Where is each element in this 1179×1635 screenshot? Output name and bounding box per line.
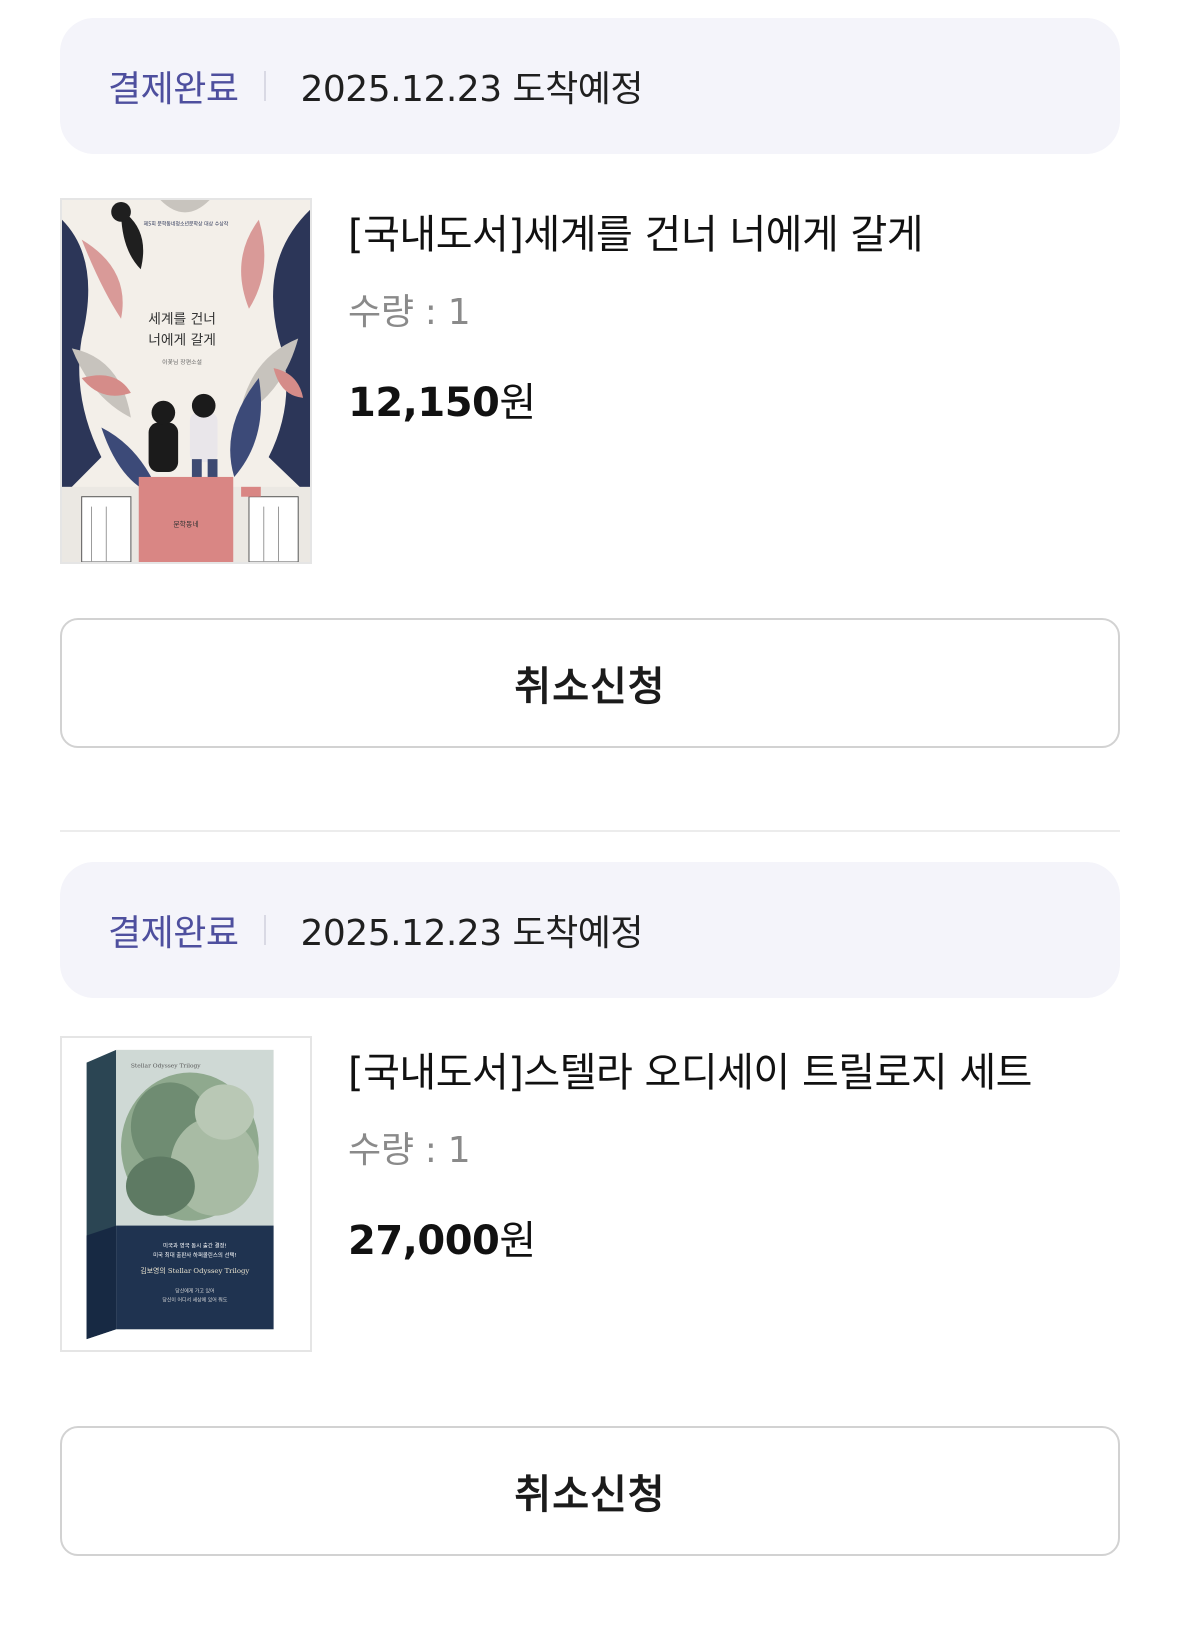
arrival-date-text: 2025.12.23 도착예정	[300, 913, 644, 954]
price-number: 27,000	[348, 1218, 500, 1264]
cover-title-line1: 세계를 건너	[148, 312, 216, 328]
cover-blurb-line1: 미국과 영국 동시 출간 결정!	[163, 1241, 227, 1249]
price-unit: 원	[499, 380, 536, 426]
book-set-illustration: Stellar Odyssey Trilogy 미국과 영국 동시 출간 결정!…	[62, 1038, 310, 1350]
cover-title-line2: 너에게 갈게	[148, 332, 216, 348]
price-number: 12,150	[348, 380, 500, 426]
book-cover-thumbnail[interactable]: Stellar Odyssey Trilogy 미국과 영국 동시 출간 결정!…	[60, 1036, 312, 1352]
cover-badge-text: 제5회 문학동네청소년문학상 대상 수상작	[144, 221, 229, 228]
price-text: 12,150원	[348, 370, 536, 428]
cover-author-text: 이꽃님 장편소설	[162, 358, 202, 366]
book-cover-thumbnail[interactable]: 제5회 문학동네청소년문학상 대상 수상작 세계를 건너 너에게 갈게 이꽃님 …	[60, 198, 312, 564]
cover-english-title: Stellar Odyssey Trilogy	[131, 1064, 201, 1070]
cancel-request-button[interactable]: 취소신청	[60, 1426, 1120, 1556]
product-title[interactable]: [국내도서]세계를 건너 너에게 갈게	[348, 202, 924, 260]
price-text: 27,000원	[348, 1208, 536, 1266]
quantity-text: 수량 : 1	[348, 292, 471, 333]
cover-series-text: 김보영의 Stellar Odyssey Trilogy	[140, 1266, 249, 1275]
cover-quote-line2: 당신이 어디서 세상에 있어 줘도	[162, 1297, 227, 1304]
cover-blurb-line2: 미국 최대 출판사 하퍼콜린스의 선택!	[153, 1251, 237, 1259]
product-title[interactable]: [국내도서]스텔라 오디세이 트릴로지 세트	[348, 1040, 1032, 1098]
order-status-bar: 결제완료 2025.12.23 도착예정	[60, 862, 1120, 998]
quantity-text: 수량 : 1	[348, 1130, 471, 1171]
status-divider	[264, 71, 267, 101]
book-cover-illustration: 제5회 문학동네청소년문학상 대상 수상작 세계를 건너 너에게 갈게 이꽃님 …	[62, 200, 310, 562]
status-divider	[264, 915, 267, 945]
cancel-request-button[interactable]: 취소신청	[60, 618, 1120, 748]
price-unit: 원	[499, 1218, 536, 1264]
section-divider	[60, 830, 1120, 832]
cover-quote-line1: 당신에게 가고 있어	[175, 1288, 214, 1295]
payment-status-label: 결제완료	[108, 69, 239, 110]
order-status-bar: 결제완료 2025.12.23 도착예정	[60, 18, 1120, 154]
product-row[interactable]: Stellar Odyssey Trilogy 미국과 영국 동시 출간 결정!…	[60, 1036, 1120, 1406]
arrival-date-text: 2025.12.23 도착예정	[300, 69, 644, 110]
payment-status-label: 결제완료	[108, 913, 239, 954]
cover-publisher-text: 문학동네	[173, 519, 198, 528]
product-row[interactable]: 제5회 문학동네청소년문학상 대상 수상작 세계를 건너 너에게 갈게 이꽃님 …	[60, 198, 1120, 568]
